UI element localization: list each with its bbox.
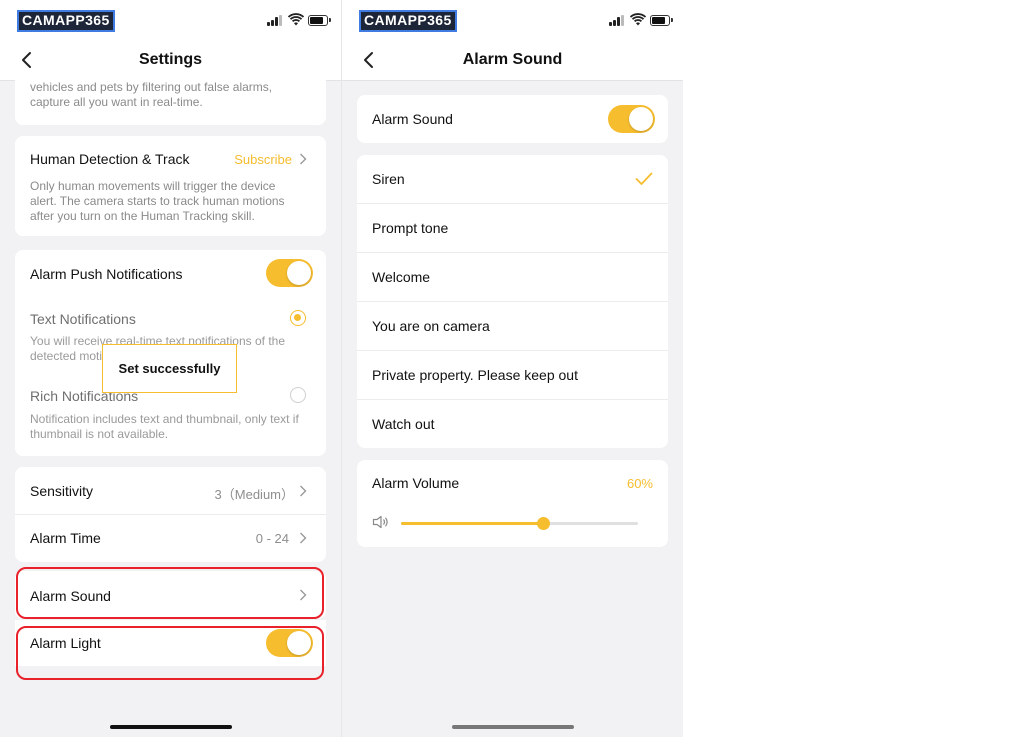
alarm-time-row[interactable]: Alarm Time 0 - 24: [15, 515, 326, 562]
sound-option[interactable]: You are on camera: [357, 302, 668, 351]
wifi-icon: [288, 13, 304, 26]
signal-icon: [609, 13, 627, 27]
alarm-sound-toggle[interactable]: [608, 105, 655, 133]
sound-option-label: Siren: [372, 171, 405, 187]
push-notifications-title: Alarm Push Notifications: [30, 266, 183, 282]
status-bar: CAMAPP365: [342, 0, 683, 40]
status-icons: [609, 13, 673, 27]
rich-notifications-desc: Notification includes text and thumbnail…: [30, 412, 299, 441]
alarm-light-highlight: [16, 626, 324, 680]
alarm-settings-card: Sensitivity 3（Medium） Alarm Time 0 - 24: [15, 467, 326, 562]
signal-icon: [267, 13, 285, 27]
sensitivity-value: 3（Medium）: [214, 487, 294, 502]
human-detection-card[interactable]: Human Detection & Track Subscribe Only h…: [15, 136, 326, 236]
alarm-sound-nav-bar: Alarm Sound: [342, 40, 683, 81]
settings-screen: CAMAPP365 Settings vehicles and pets by …: [0, 0, 341, 737]
sound-option-label: You are on camera: [372, 318, 490, 334]
sound-option[interactable]: Private property. Please keep out: [357, 351, 668, 400]
checkmark-icon: [635, 172, 653, 185]
alarm-volume-card: Alarm Volume 60%: [357, 460, 668, 547]
sound-option[interactable]: Siren: [357, 155, 668, 204]
alarm-time-label: Alarm Time: [30, 530, 101, 546]
toast-message: Set successfully: [102, 344, 237, 393]
status-icons: [267, 13, 331, 27]
detection-desc: vehicles and pets by filtering out false…: [30, 80, 273, 109]
push-notifications-toggle[interactable]: [266, 259, 313, 287]
home-indicator: [451, 725, 574, 729]
alarm-sound-screen: CAMAPP365 Alarm Sound Alarm Sound Siren P…: [342, 0, 683, 737]
text-notifications-label: Text Notifications: [30, 311, 136, 327]
chevron-right-icon: [300, 532, 307, 544]
alarm-sound-toggle-card: Alarm Sound: [357, 95, 668, 143]
sound-option-label: Welcome: [372, 269, 431, 285]
alarm-sound-toggle-label: Alarm Sound: [372, 111, 453, 127]
brand-logo: CAMAPP365: [359, 10, 457, 32]
battery-icon: [308, 15, 331, 26]
volume-slider-fill: [401, 522, 544, 525]
chevron-right-icon: [300, 485, 307, 497]
alarm-volume-label: Alarm Volume: [372, 475, 460, 491]
human-detection-desc: Only human movements will trigger the de…: [30, 179, 285, 223]
page-title: Alarm Sound: [462, 51, 563, 68]
wifi-icon: [630, 13, 646, 26]
subscribe-link[interactable]: Subscribe: [234, 152, 292, 167]
detection-info-card: vehicles and pets by filtering out false…: [15, 70, 326, 125]
sound-option-label: Private property. Please keep out: [372, 367, 578, 383]
alarm-time-value: 0 - 24: [255, 531, 289, 546]
chevron-right-icon: [300, 153, 307, 165]
alarm-volume-value: 60%: [626, 476, 653, 491]
page-title: Settings: [138, 51, 203, 68]
sound-option[interactable]: Prompt tone: [357, 204, 668, 253]
brand-logo: CAMAPP365: [17, 10, 115, 32]
sound-list-card: Siren Prompt tone Welcome You are on camera…: [357, 155, 668, 448]
human-detection-title: Human Detection & Track: [30, 151, 190, 167]
sound-option-label: Prompt tone: [372, 220, 449, 236]
sensitivity-label: Sensitivity: [30, 483, 94, 499]
sound-option[interactable]: Watch out: [357, 400, 668, 449]
volume-slider[interactable]: [401, 517, 638, 530]
alarm-sound-highlight: [16, 567, 324, 619]
rich-notifications-radio[interactable]: [290, 387, 306, 403]
speaker-icon: [372, 515, 388, 529]
sound-option[interactable]: Welcome: [357, 253, 668, 302]
home-indicator: [109, 725, 232, 729]
status-bar: CAMAPP365: [0, 0, 341, 40]
sound-option-label: Watch out: [372, 416, 435, 432]
battery-icon: [650, 15, 673, 26]
text-notifications-radio[interactable]: [290, 310, 306, 326]
sensitivity-row[interactable]: Sensitivity 3（Medium）: [15, 467, 326, 514]
